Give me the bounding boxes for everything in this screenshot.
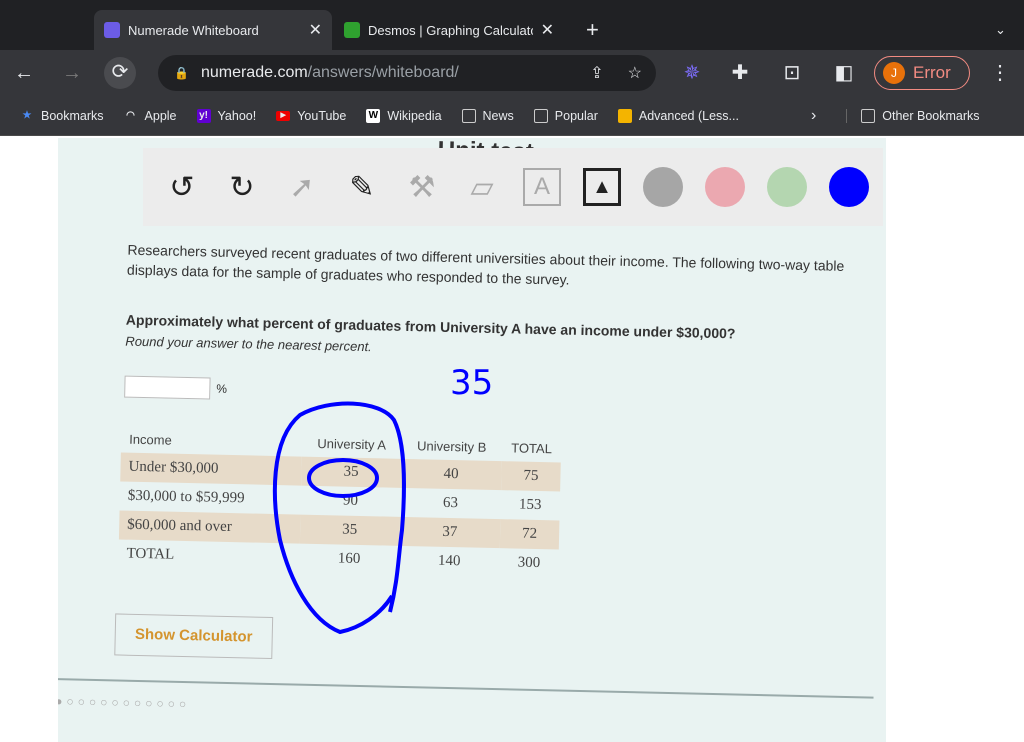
yahoo-icon: y! — [196, 108, 211, 123]
two-way-table: Income University A University B TOTAL Unde… — [118, 426, 561, 579]
bookmark-item[interactable]: News — [461, 108, 514, 123]
browser-toolbar: ← → ⟳ 🔒 numerade.com/answers/whiteboard/… — [0, 50, 1024, 96]
divider — [58, 677, 874, 699]
image-icon[interactable]: ▲ — [583, 168, 621, 206]
undo-icon[interactable]: ↺ — [163, 168, 201, 206]
progress-dots: ●○○○○○○○○○○○ — [58, 694, 191, 712]
bookmark-item[interactable]: ★ Bookmarks — [20, 109, 104, 123]
redo-icon[interactable]: ↻ — [223, 168, 261, 206]
table-header: TOTAL — [511, 440, 553, 457]
lock-icon: 🔒 — [174, 66, 189, 80]
whiteboard-toolbar: ↺ ↻ ➚ ✎ ⚒ ▱ A ▲ — [143, 148, 883, 226]
pen-icon[interactable]: ✎ — [343, 168, 381, 206]
share-icon[interactable]: ⇪ — [590, 63, 603, 83]
show-calculator-button[interactable]: Show Calculator — [114, 613, 274, 659]
profile-button[interactable]: J Error — [874, 56, 970, 90]
address-bar[interactable]: 🔒 numerade.com/answers/whiteboard/ ⇪ ☆ — [158, 55, 656, 91]
apple-icon: ◠ — [126, 109, 135, 121]
numerade-icon — [104, 22, 120, 38]
bookmark-item[interactable]: y! Yahoo! — [196, 108, 256, 123]
bookmark-item[interactable]: Advanced (Less... — [617, 108, 739, 123]
question-intro: Researchers surveyed recent graduates of… — [126, 241, 845, 288]
color-gray[interactable] — [643, 167, 683, 207]
pointer-icon[interactable]: ➚ — [283, 168, 321, 206]
bookmark-favicon — [617, 108, 632, 123]
forward-icon[interactable]: → — [56, 58, 88, 88]
bookmark-item[interactable]: ◠ Apple — [124, 109, 176, 123]
sidepanel-icon[interactable]: ◧ — [828, 58, 860, 88]
bookmarks-bar: ★ Bookmarks ◠ Apple y! Yahoo! ▶ YouTube W Wik… — [0, 96, 1024, 136]
star-icon: ★ — [22, 109, 32, 121]
more-bookmarks-chevron-icon[interactable]: › — [811, 107, 816, 125]
whiteboard-canvas[interactable]: Unit test Researchers surveyed recent gr… — [58, 138, 886, 742]
table-header: University A — [317, 435, 387, 453]
color-blue[interactable] — [829, 167, 869, 207]
text-icon[interactable]: A — [523, 168, 561, 206]
new-tab-button[interactable]: + — [576, 10, 609, 50]
folder-icon — [861, 108, 876, 123]
cast-icon[interactable]: ⊡ — [776, 58, 808, 88]
color-pink[interactable] — [705, 167, 745, 207]
answer-input[interactable] — [124, 375, 211, 400]
youtube-icon: ▶ — [276, 110, 291, 121]
back-icon[interactable]: ← — [8, 58, 40, 88]
menu-icon[interactable]: ⋮ — [984, 58, 1016, 88]
percent-unit: % — [216, 381, 228, 396]
close-icon[interactable]: ✕ — [309, 20, 322, 40]
tab-strip: Numerade Whiteboard ✕ Desmos | Graphing C… — [0, 0, 1024, 50]
tools-icon[interactable]: ⚒ — [403, 168, 441, 206]
table-header: Income — [129, 431, 172, 448]
bookmark-item[interactable]: W Wikipedia — [366, 108, 442, 123]
bookmark-item[interactable]: Popular — [533, 108, 598, 123]
bookmark-item[interactable]: ▶ YouTube — [276, 109, 346, 123]
question-hint: Round your answer to the nearest percent… — [125, 333, 372, 355]
puzzle-icon[interactable]: ✚ — [724, 58, 756, 88]
other-bookmarks[interactable]: Other Bookmarks — [846, 108, 980, 123]
desmos-icon — [344, 22, 360, 38]
table-header: University B — [416, 438, 487, 455]
close-icon[interactable]: ✕ — [541, 20, 554, 40]
folder-icon — [533, 108, 548, 123]
wikipedia-icon: W — [366, 108, 381, 123]
extension-icon[interactable]: ✵ — [676, 58, 708, 88]
reload-icon[interactable]: ⟳ — [104, 57, 136, 89]
eraser-icon[interactable]: ▱ — [463, 168, 501, 206]
star-icon[interactable]: ☆ — [628, 63, 642, 83]
tab-numerade[interactable]: Numerade Whiteboard ✕ — [94, 10, 332, 50]
folder-icon — [461, 108, 476, 123]
color-green[interactable] — [767, 167, 807, 207]
tab-desmos[interactable]: Desmos | Graphing Calculator ✕ — [334, 10, 564, 50]
tab-list-chevron-icon[interactable]: ⌄ — [985, 10, 1016, 50]
